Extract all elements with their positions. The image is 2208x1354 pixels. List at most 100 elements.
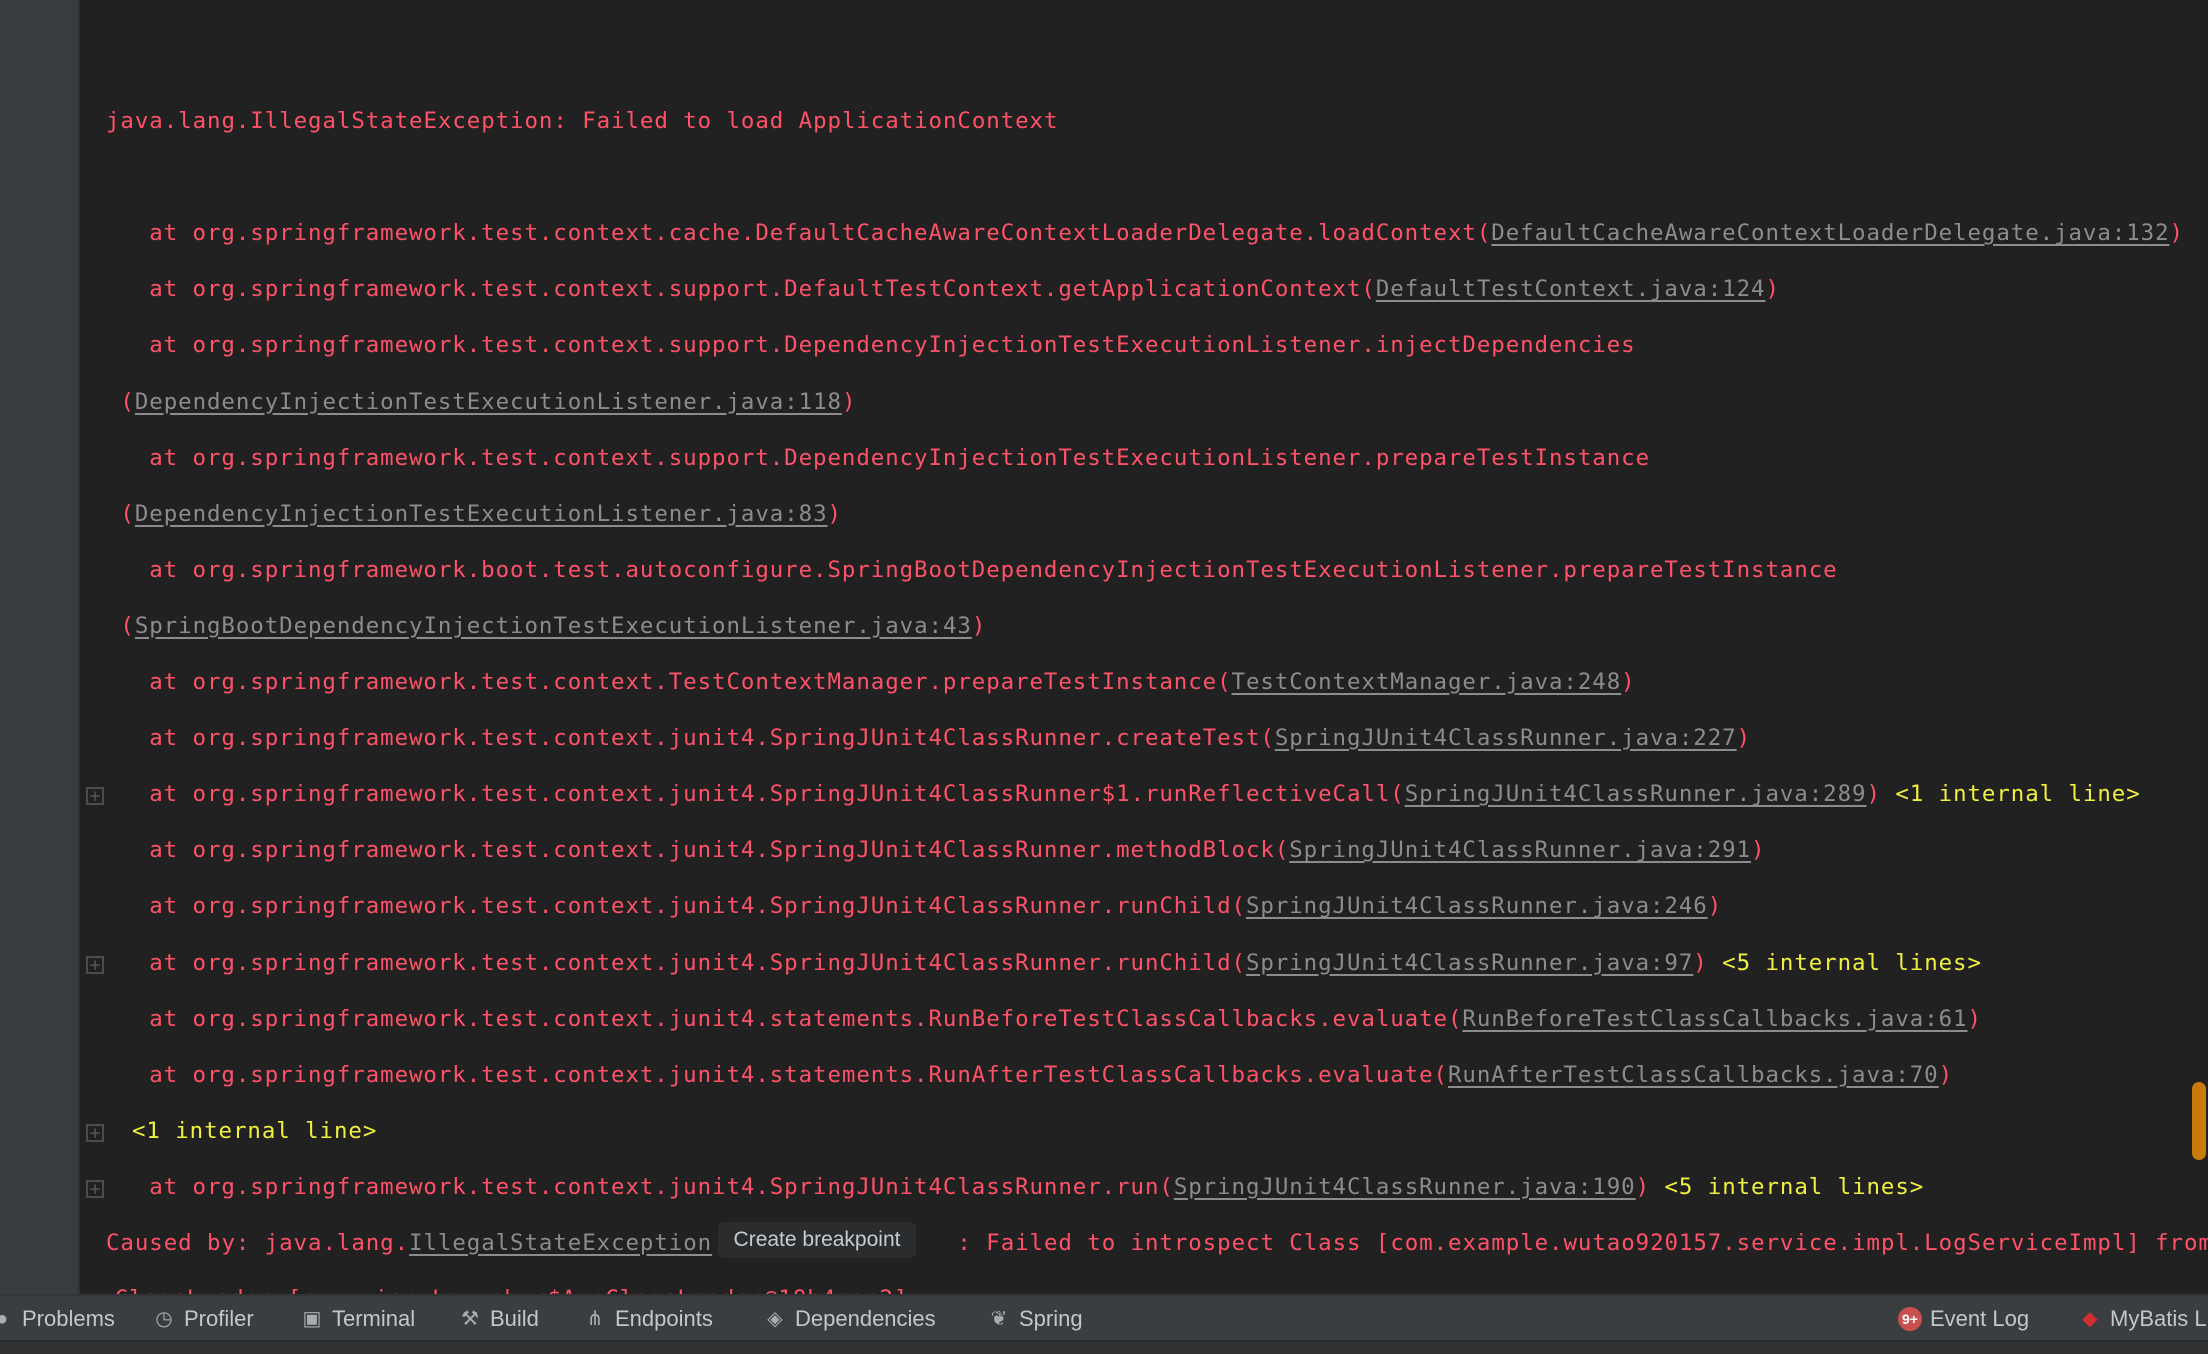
- stack-text: Caused by: java.lang.: [106, 1230, 410, 1256]
- tool-window-endpoints[interactable]: ⋔ Endpoints: [583, 1296, 713, 1342]
- tool-window-label: Event Log: [1930, 1306, 2030, 1331]
- stack-text: ): [1621, 669, 1636, 695]
- console-line: at org.springframework.test.context.juni…: [149, 935, 1982, 991]
- layers-icon: ◈: [767, 1308, 783, 1330]
- tool-window-mybatis-l[interactable]: ◆ MyBatis L: [2078, 1296, 2207, 1342]
- stack-text: at org.springframework.test.context.supp…: [149, 444, 1651, 471]
- source-link[interactable]: SpringJUnit4ClassRunner.java:246: [1246, 893, 1708, 919]
- source-link[interactable]: DependencyInjectionTestExecutionListener…: [135, 501, 828, 527]
- console-line: <1 internal line>: [132, 1103, 377, 1159]
- stack-text: ): [1736, 725, 1752, 752]
- stack-text: java.lang.IllegalStateException: Failed …: [106, 108, 1059, 134]
- stack-text: ): [1635, 1173, 1665, 1200]
- tool-window-label: Endpoints: [615, 1306, 713, 1331]
- profiler-icon: ◷: [155, 1308, 173, 1330]
- stack-text: at org.springframework.boot.test.autocon…: [149, 556, 1838, 583]
- stack-text: ): [1967, 1005, 1982, 1032]
- console-line: (SpringBootDependencyInjectionTestExecut…: [120, 598, 986, 654]
- expand-fold-icon[interactable]: +: [86, 955, 104, 974]
- stack-text: at org.springframework.test.context.juni…: [149, 781, 1405, 808]
- tool-window-terminal[interactable]: ▣ Terminal: [300, 1296, 416, 1342]
- source-link[interactable]: SpringJUnit4ClassRunner.java:190: [1174, 1174, 1636, 1200]
- console-line: at org.springframework.test.context.Test…: [149, 654, 1635, 710]
- tool-window-event-log[interactable]: 9+ Event Log: [1898, 1296, 2029, 1342]
- source-link[interactable]: SpringBootDependencyInjectionTestExecuti…: [135, 613, 972, 639]
- tool-window-build[interactable]: ⚒ Build: [458, 1296, 539, 1342]
- tool-window-problems[interactable]: ● Problems: [0, 1296, 115, 1342]
- stack-text: ): [971, 612, 987, 639]
- event-log-icon: 9+: [1898, 1307, 1922, 1331]
- expand-fold-icon[interactable]: +: [86, 1179, 104, 1198]
- vertical-scrollbar-thumb[interactable]: [2192, 1082, 2206, 1160]
- folded-lines-label[interactable]: <1 internal line>: [1895, 781, 2140, 807]
- console-line: Caused by: java.lang.IllegalStateExcepti…: [106, 1215, 2208, 1271]
- console-line: at org.springframework.test.context.supp…: [149, 430, 1650, 486]
- console-line: at org.springframework.test.context.supp…: [149, 261, 1780, 317]
- source-link[interactable]: IllegalStateException: [409, 1230, 712, 1256]
- stack-text: at org.springframework.test.context.juni…: [149, 837, 1290, 864]
- source-link[interactable]: RunAfterTestClassCallbacks.java:70: [1448, 1062, 1939, 1088]
- tooltip-label: Create breakpoint: [733, 1228, 901, 1251]
- mybatis-bird-icon: ◆: [2082, 1308, 2098, 1330]
- source-link[interactable]: RunBeforeTestClassCallbacks.java:61: [1462, 1006, 1967, 1032]
- source-link[interactable]: DefaultTestContext.java:124: [1376, 276, 1766, 302]
- stack-text: : Failed to introspect Class [com.exampl…: [712, 1230, 2208, 1256]
- source-link[interactable]: DefaultCacheAwareContextLoaderDelegate.j…: [1491, 220, 2169, 246]
- stack-text: at org.springframework.test.context.juni…: [149, 949, 1246, 976]
- problems-icon: ●: [0, 1308, 9, 1330]
- folded-lines-label[interactable]: <5 internal lines>: [1664, 1174, 1924, 1200]
- console-line: (DependencyInjectionTestExecutionListene…: [120, 486, 842, 542]
- stack-text: ): [1938, 1061, 1954, 1088]
- source-link[interactable]: SpringJUnit4ClassRunner.java:291: [1289, 837, 1751, 863]
- stack-text: at org.springframework.test.context.juni…: [149, 1173, 1174, 1200]
- console-line: at org.springframework.test.context.supp…: [149, 317, 1635, 373]
- console-line: at org.springframework.boot.test.autocon…: [149, 542, 1837, 598]
- console-line: at org.springframework.test.context.juni…: [149, 1159, 1924, 1215]
- endpoints-icon: ⋔: [586, 1308, 604, 1330]
- tool-window-label: Problems: [22, 1306, 115, 1331]
- console-line: at org.springframework.test.context.juni…: [149, 710, 1751, 766]
- stack-text: at org.springframework.test.context.juni…: [149, 893, 1246, 920]
- tool-window-label: Build: [490, 1306, 539, 1331]
- hammer-icon: ⚒: [461, 1308, 479, 1330]
- stack-text: ): [1866, 781, 1896, 808]
- stack-text: ): [841, 388, 857, 415]
- stack-text: ): [1765, 276, 1780, 303]
- source-link[interactable]: TestContextManager.java:248: [1232, 669, 1622, 695]
- source-link[interactable]: SpringJUnit4ClassRunner.java:289: [1405, 781, 1867, 807]
- create-breakpoint-tooltip[interactable]: Create breakpoint: [718, 1222, 916, 1258]
- spring-leaf-icon: ❦: [990, 1308, 1008, 1330]
- tool-window-spring[interactable]: ❦ Spring: [987, 1296, 1083, 1342]
- editor-gutter: [0, 0, 80, 1294]
- expand-fold-icon[interactable]: +: [86, 1123, 104, 1142]
- stack-text: at org.springframework.test.context.supp…: [149, 276, 1376, 303]
- stack-text: ): [827, 500, 842, 527]
- expand-fold-icon[interactable]: +: [86, 787, 104, 806]
- stack-text: at org.springframework.test.context.juni…: [149, 1061, 1448, 1088]
- tool-window-label: MyBatis L: [2110, 1306, 2207, 1331]
- folded-lines-label[interactable]: <5 internal lines>: [1722, 950, 1982, 976]
- stack-text: (: [120, 500, 135, 527]
- console-line: ClassLoader [sun.misc.Launcher$AppClassL…: [115, 1271, 909, 1294]
- console-line: at org.springframework.test.context.juni…: [149, 878, 1722, 934]
- stack-text: at org.springframework.test.context.juni…: [149, 1005, 1463, 1032]
- tool-window-bar: ● Problems ◷ Profiler ▣ Terminal ⚒ Build ⋔ Endpoi…: [0, 1294, 2208, 1342]
- tool-window-profiler[interactable]: ◷ Profiler: [152, 1296, 254, 1342]
- source-link[interactable]: SpringJUnit4ClassRunner.java:97: [1246, 950, 1693, 976]
- folded-lines-label[interactable]: <1 internal line>: [132, 1118, 377, 1144]
- console-line: at org.springframework.test.context.juni…: [149, 822, 1765, 878]
- stack-text: ): [1751, 837, 1766, 864]
- source-link[interactable]: DependencyInjectionTestExecutionListener…: [135, 389, 842, 415]
- console-line: at org.springframework.test.context.juni…: [149, 766, 2140, 822]
- tool-window-label: Profiler: [184, 1306, 254, 1331]
- stack-text: (: [120, 388, 135, 415]
- stack-text: ): [1693, 949, 1723, 976]
- console-output[interactable]: java.lang.IllegalStateException: Failed …: [80, 0, 2208, 1294]
- tool-window-label: Terminal: [332, 1306, 416, 1331]
- tool-window-label: Spring: [1019, 1306, 1083, 1331]
- stack-text: ): [1707, 893, 1723, 920]
- terminal-icon: ▣: [302, 1308, 322, 1330]
- source-link[interactable]: SpringJUnit4ClassRunner.java:227: [1275, 725, 1737, 751]
- stack-text: ): [2169, 220, 2184, 247]
- tool-window-dependencies[interactable]: ◈ Dependencies: [763, 1296, 935, 1342]
